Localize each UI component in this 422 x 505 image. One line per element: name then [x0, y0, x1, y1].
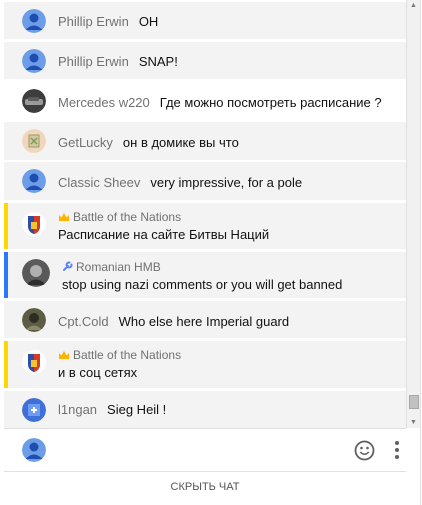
message-text: OH: [138, 14, 159, 29]
message-text: он в домике вы что: [122, 135, 239, 150]
author-name[interactable]: l1ngan: [58, 402, 97, 417]
chat-message: Cpt.Cold Who else here Imperial guard: [4, 301, 406, 338]
chat-message: Mercedes w220 Где можно посмотреть распис…: [4, 82, 406, 120]
chat-message: Classic Sheev very impressive, for a pole: [4, 162, 406, 200]
more-options-icon[interactable]: [394, 440, 400, 465]
message-text: Расписание на сайте Битвы Наций: [58, 227, 270, 242]
message-text: stop using nazi comments or you will get…: [62, 277, 343, 292]
chat-message-list[interactable]: Phillip Erwin OH Phillip Erwin SNAP! Merce…: [4, 0, 406, 428]
message-text: Где можно посмотреть расписание ?: [159, 95, 382, 110]
chat-message: l1ngan Sieg Heil !: [4, 391, 406, 428]
chat-input-area[interactable]: [4, 428, 406, 472]
current-user-avatar: [22, 438, 46, 462]
emoji-icon[interactable]: [354, 440, 375, 466]
avatar[interactable]: [22, 9, 46, 33]
message-text: Who else here Imperial guard: [118, 314, 290, 329]
avatar[interactable]: [22, 350, 46, 374]
author-name[interactable]: Cpt.Cold: [58, 314, 109, 329]
author-name[interactable]: GetLucky: [58, 135, 113, 150]
message-text: very impressive, for a pole: [150, 175, 303, 190]
scroll-down-arrow-icon[interactable]: ▼: [410, 419, 417, 426]
author-name[interactable]: Phillip Erwin: [58, 14, 129, 29]
scroll-up-arrow-icon[interactable]: ▲: [410, 2, 417, 9]
avatar[interactable]: [22, 398, 46, 422]
chat-message-moderator: Romanian HMB stop using nazi comments or…: [4, 252, 406, 298]
author-name[interactable]: Classic Sheev: [58, 175, 140, 190]
avatar[interactable]: [22, 308, 46, 332]
author-name[interactable]: Battle of the Nations: [73, 348, 181, 362]
chat-scrollbar[interactable]: ▲ ▼: [406, 0, 421, 428]
message-text: и в соц сетях: [58, 365, 138, 380]
avatar[interactable]: [22, 169, 46, 193]
chat-message-owner: Battle of the Nations Расписание на сайт…: [4, 203, 406, 249]
chat-message: Phillip Erwin SNAP!: [4, 42, 406, 79]
avatar[interactable]: [22, 259, 50, 287]
avatar[interactable]: [22, 129, 46, 153]
message-text: SNAP!: [138, 54, 178, 69]
crown-icon: [58, 349, 70, 363]
chat-message: Phillip Erwin OH: [4, 2, 406, 39]
avatar[interactable]: [22, 49, 46, 73]
crown-icon: [58, 211, 70, 225]
chat-message-owner: Battle of the Nations и в соц сетях: [4, 341, 406, 388]
chat-message: GetLucky он в домике вы что: [4, 122, 406, 160]
panel-border: [420, 0, 421, 505]
avatar[interactable]: [22, 89, 46, 113]
hide-chat-button[interactable]: СКРЫТЬ ЧАТ: [4, 471, 406, 502]
message-text: Sieg Heil !: [107, 402, 167, 417]
author-name[interactable]: Romanian HMB: [76, 260, 161, 274]
scrollbar-thumb[interactable]: [409, 395, 419, 409]
author-name[interactable]: Battle of the Nations: [73, 210, 181, 224]
wrench-icon: [62, 261, 73, 275]
avatar[interactable]: [22, 212, 46, 236]
author-name[interactable]: Mercedes w220: [58, 95, 150, 110]
author-name[interactable]: Phillip Erwin: [58, 54, 129, 69]
